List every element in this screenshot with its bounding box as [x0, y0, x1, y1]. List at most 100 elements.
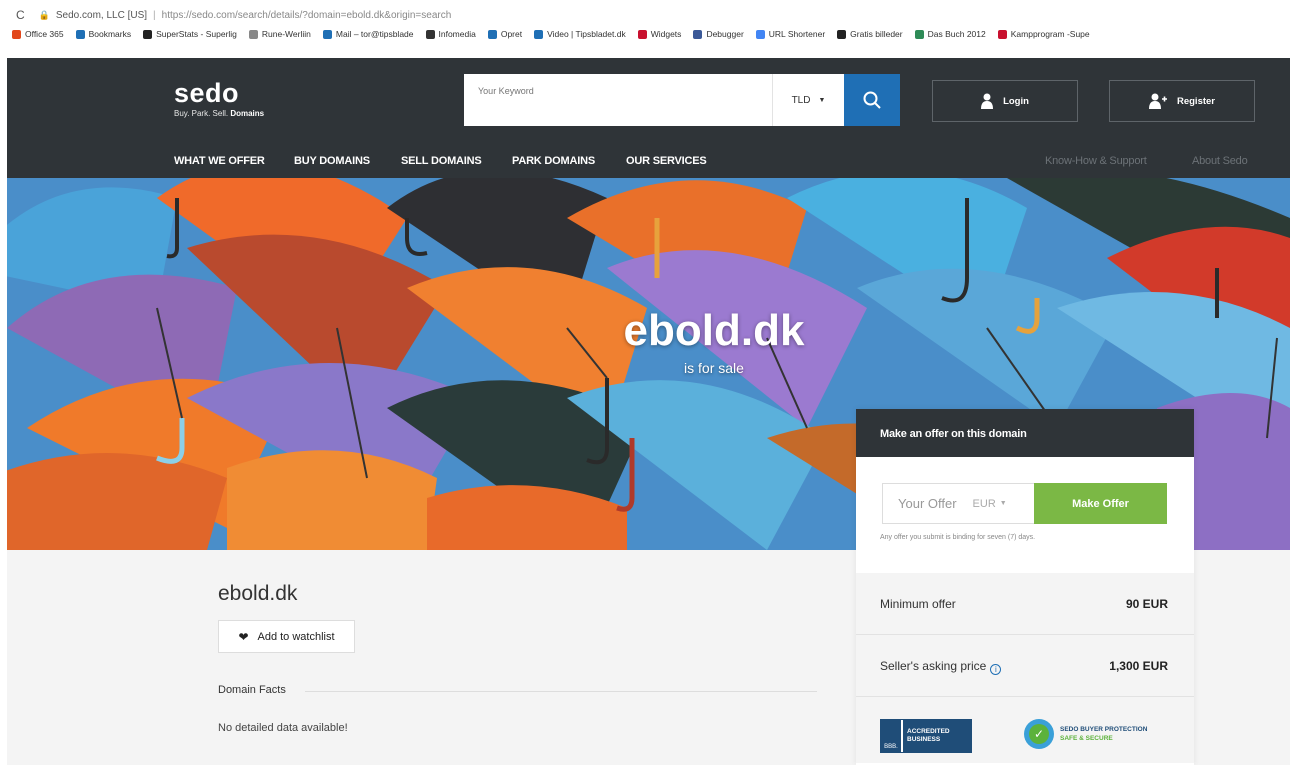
- make-offer-button[interactable]: Make Offer: [1034, 483, 1167, 524]
- site-header: sedo Buy. Park. Sell. Domains TLD ▼ Logi…: [7, 58, 1290, 178]
- buyer-protection-badge[interactable]: ✓ SEDO BUYER PROTECTION SAFE & SECURE: [1024, 719, 1147, 749]
- user-icon: [981, 93, 994, 109]
- bookmark-label: Debugger: [706, 29, 744, 39]
- bookmark-item[interactable]: Office 365: [12, 29, 64, 39]
- protection-line2: SAFE & SECURE: [1060, 735, 1113, 742]
- heart-plus-icon: ❤: [238, 629, 249, 644]
- asking-price-row: Seller's asking price i 1,300 EUR: [856, 635, 1194, 697]
- bookmark-favicon-icon: [75, 29, 85, 39]
- bookmark-item[interactable]: URL Shortener: [755, 29, 826, 39]
- sedo-logo[interactable]: sedo Buy. Park. Sell. Domains: [174, 78, 265, 119]
- url-separator: |: [153, 9, 156, 21]
- bookmark-favicon-icon: [248, 29, 258, 39]
- bookmark-favicon-icon: [143, 29, 153, 39]
- bookmark-favicon-icon: [693, 29, 703, 39]
- bookmark-favicon-icon: [322, 29, 332, 39]
- bookmark-item[interactable]: Opret: [487, 29, 523, 39]
- protection-text: SEDO BUYER PROTECTION SAFE & SECURE: [1060, 725, 1147, 743]
- offer-amount-input[interactable]: Your Offer EUR ▼: [882, 483, 1034, 524]
- bookmark-item[interactable]: Widgets: [637, 29, 682, 39]
- bookmark-item[interactable]: Video | Tipsbladet.dk: [534, 29, 626, 39]
- bbb-text: ACCREDITED BUSINESS: [903, 720, 971, 752]
- bookmark-label: Kampprogram -Supe: [1010, 29, 1090, 39]
- add-user-icon: [1148, 93, 1167, 109]
- keyword-input[interactable]: [464, 84, 772, 98]
- bookmark-label: Video | Tipsbladet.dk: [547, 29, 626, 39]
- bookmark-favicon-icon: [914, 29, 924, 39]
- info-icon[interactable]: i: [990, 664, 1002, 675]
- login-button[interactable]: Login: [932, 80, 1078, 122]
- check-shield-icon: ✓: [1024, 719, 1054, 749]
- search-bar: TLD ▼: [464, 74, 900, 126]
- nav-park-domains[interactable]: PARK DOMAINS: [512, 155, 595, 167]
- nav-sell-domains[interactable]: SELL DOMAINS: [401, 155, 482, 167]
- bookmark-label: Widgets: [650, 29, 682, 39]
- nav-buy-domains[interactable]: BUY DOMAINS: [294, 155, 370, 167]
- bookmark-item[interactable]: Bookmarks: [75, 29, 132, 39]
- bookmark-favicon-icon: [997, 29, 1007, 39]
- hero-subtitle: is for sale: [684, 360, 744, 376]
- binding-note: Any offer you submit is binding for seve…: [880, 534, 1036, 541]
- bookmark-label: Office 365: [25, 29, 64, 39]
- register-button[interactable]: Register: [1109, 80, 1255, 122]
- bookmark-label: Gratis billeder: [850, 29, 903, 39]
- bookmark-item[interactable]: Infomedia: [425, 29, 476, 39]
- no-data-message: No detailed data available!: [218, 722, 348, 734]
- hero-domain-title: ebold.dk: [623, 306, 805, 355]
- add-to-watchlist-button[interactable]: ❤ Add to watchlist: [218, 620, 355, 653]
- url-text[interactable]: https://sedo.com/search/details/?domain=…: [162, 10, 452, 21]
- bookmark-label: SuperStats - Superlig: [156, 29, 237, 39]
- search-button[interactable]: [844, 74, 900, 126]
- nav-about[interactable]: About Sedo: [1192, 155, 1248, 167]
- site-identity: Sedo.com, LLC [US]: [55, 9, 148, 21]
- currency-select[interactable]: EUR: [973, 498, 996, 510]
- chevron-down-icon: ▼: [999, 500, 1007, 507]
- offer-panel: Make an offer on this domain Your Offer …: [856, 409, 1194, 765]
- reload-icon[interactable]: C: [16, 8, 25, 22]
- asking-price-value: 1,300 EUR: [1109, 659, 1168, 673]
- logo-tag-prefix: Buy. Park. Sell.: [174, 109, 229, 118]
- tld-select[interactable]: TLD ▼: [772, 74, 844, 126]
- nav-what-we-offer[interactable]: WHAT WE OFFER: [174, 155, 265, 167]
- bookmark-label: Bookmarks: [88, 29, 132, 39]
- logo-name: sedo: [174, 78, 240, 108]
- bookmarks-bar: Office 365 Bookmarks SuperStats - Superlig…: [0, 24, 1290, 44]
- minimum-offer-value: 90 EUR: [1125, 597, 1168, 611]
- bookmark-item[interactable]: Debugger: [693, 29, 744, 39]
- bookmark-item[interactable]: Das Buch 2012: [914, 29, 986, 39]
- minimum-offer-label: Minimum offer: [880, 597, 956, 611]
- bookmark-item[interactable]: Rune-Werliin: [248, 29, 311, 39]
- logo-tag-bold: Domains: [230, 109, 265, 118]
- bookmark-item[interactable]: Gratis billeder: [837, 29, 903, 39]
- bookmark-label: Opret: [500, 29, 523, 39]
- login-label: Login: [1003, 95, 1029, 107]
- bbb-badge[interactable]: BBB. ACCREDITED BUSINESS: [880, 719, 972, 753]
- protection-line1: SEDO BUYER PROTECTION: [1060, 725, 1148, 733]
- bookmark-label: URL Shortener: [768, 29, 826, 39]
- bookmark-favicon-icon: [755, 29, 765, 39]
- trust-badges: BBB. ACCREDITED BUSINESS ✓ SEDO BUYER PR…: [856, 697, 1194, 763]
- bookmark-favicon-icon: [837, 29, 847, 39]
- bookmark-favicon-icon: [487, 29, 497, 39]
- tld-label: TLD: [791, 94, 811, 106]
- bookmark-label: Mail – tor@tipsblade: [335, 29, 414, 39]
- bookmark-item[interactable]: SuperStats - Superlig: [143, 29, 237, 39]
- offer-heading: Make an offer on this domain: [856, 409, 1194, 457]
- bookmark-item[interactable]: Kampprogram -Supe: [997, 29, 1090, 39]
- bookmark-item[interactable]: Mail – tor@tipsblade: [322, 29, 414, 39]
- domain-facts-heading: Domain Facts: [218, 684, 286, 696]
- bookmark-label: Rune-Werliin: [261, 29, 311, 39]
- register-label: Register: [1176, 95, 1215, 107]
- chevron-down-icon: ▼: [818, 96, 826, 104]
- minimum-offer-row: Minimum offer 90 EUR: [856, 573, 1194, 635]
- main-nav: WHAT WE OFFER BUY DOMAINS SELL DOMAINS P…: [7, 148, 1290, 174]
- bookmark-favicon-icon: [534, 29, 544, 39]
- offer-placeholder: Your Offer: [898, 496, 957, 511]
- nav-know-how[interactable]: Know-How & Support: [1045, 155, 1147, 167]
- nav-our-services[interactable]: OUR SERVICES: [626, 155, 707, 167]
- window-edge: [0, 30, 7, 765]
- bookmark-label: Das Buch 2012: [927, 29, 986, 39]
- bookmark-favicon-icon: [12, 29, 21, 39]
- divider: [305, 691, 817, 692]
- domain-title: ebold.dk: [218, 582, 298, 605]
